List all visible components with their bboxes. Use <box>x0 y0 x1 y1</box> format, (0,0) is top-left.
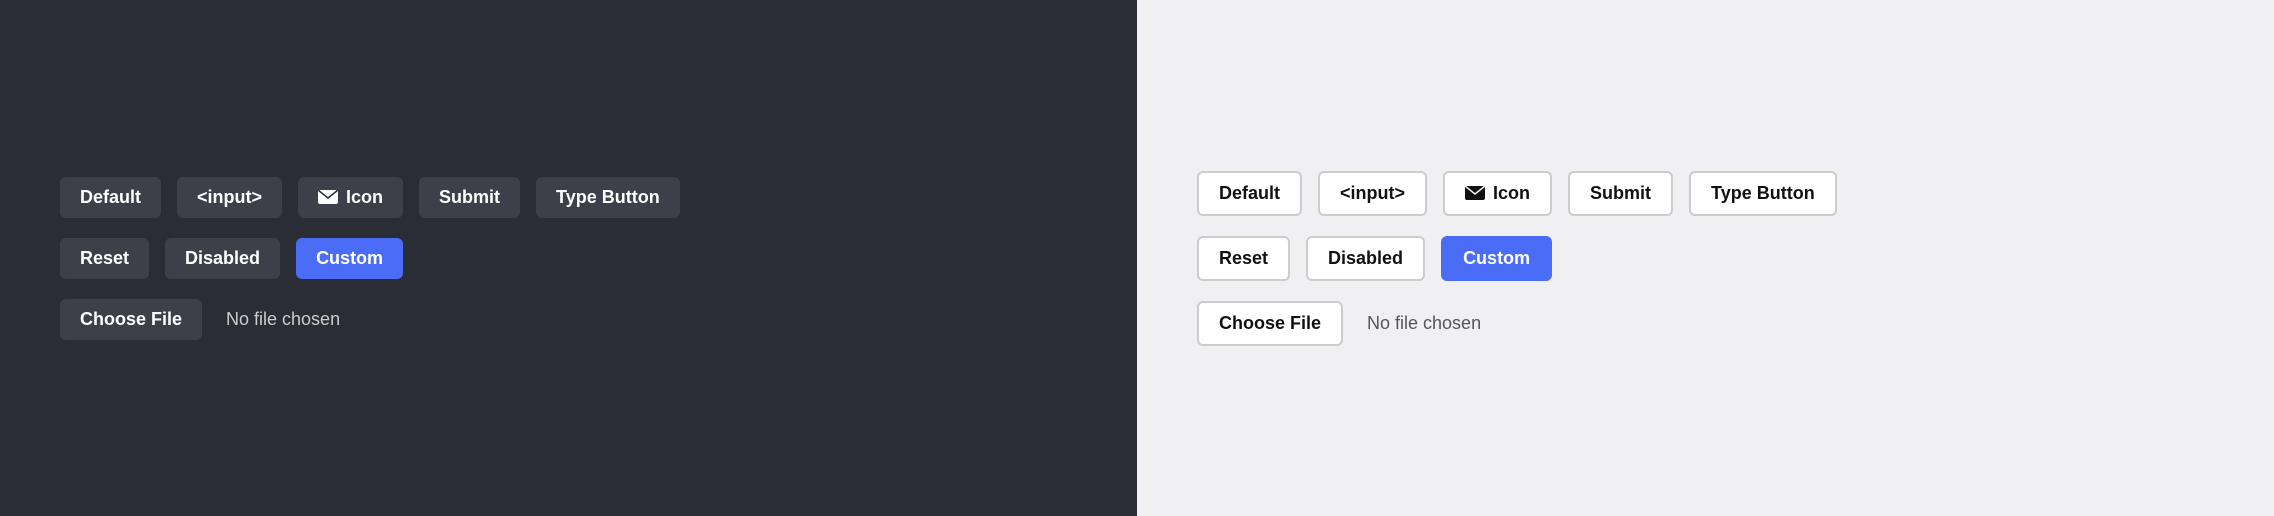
dark-no-file-text: No file chosen <box>226 309 340 330</box>
light-icon-button-label: Icon <box>1493 183 1530 204</box>
light-submit-button[interactable]: Submit <box>1568 171 1673 216</box>
dark-icon-button[interactable]: Icon <box>298 177 403 218</box>
dark-row-1: Default <input> Icon Submit Type Button <box>60 177 680 218</box>
dark-row-3: Choose File No file chosen <box>60 299 340 340</box>
dark-reset-button[interactable]: Reset <box>60 238 149 279</box>
light-row-2: Reset Disabled Custom <box>1197 236 1552 281</box>
light-row-1: Default <input> Icon Submit Type Button <box>1197 171 1837 216</box>
light-theme-panel: Default <input> Icon Submit Type Button … <box>1137 0 2274 516</box>
dark-custom-button[interactable]: Custom <box>296 238 403 279</box>
dark-choose-file-label[interactable]: Choose File <box>60 299 202 340</box>
envelope-icon-light <box>1465 186 1485 200</box>
dark-submit-button[interactable]: Submit <box>419 177 520 218</box>
dark-theme-panel: Default <input> Icon Submit Type Button … <box>0 0 1137 516</box>
light-disabled-button[interactable]: Disabled <box>1306 236 1425 281</box>
light-default-button[interactable]: Default <box>1197 171 1302 216</box>
light-choose-file-text: Choose File <box>1219 313 1321 334</box>
light-input-button[interactable]: <input> <box>1318 171 1427 216</box>
light-custom-button[interactable]: Custom <box>1441 236 1552 281</box>
dark-default-button[interactable]: Default <box>60 177 161 218</box>
light-type-button-button[interactable]: Type Button <box>1689 171 1837 216</box>
light-row-3: Choose File No file chosen <box>1197 301 1481 346</box>
light-icon-button[interactable]: Icon <box>1443 171 1552 216</box>
dark-disabled-button[interactable]: Disabled <box>165 238 280 279</box>
dark-choose-file-text: Choose File <box>80 309 182 330</box>
light-reset-button[interactable]: Reset <box>1197 236 1290 281</box>
light-choose-file-label[interactable]: Choose File <box>1197 301 1343 346</box>
dark-input-button[interactable]: <input> <box>177 177 282 218</box>
dark-row-2: Reset Disabled Custom <box>60 238 403 279</box>
light-no-file-text: No file chosen <box>1367 313 1481 334</box>
dark-type-button-button[interactable]: Type Button <box>536 177 680 218</box>
envelope-icon <box>318 190 338 204</box>
dark-icon-button-label: Icon <box>346 187 383 208</box>
